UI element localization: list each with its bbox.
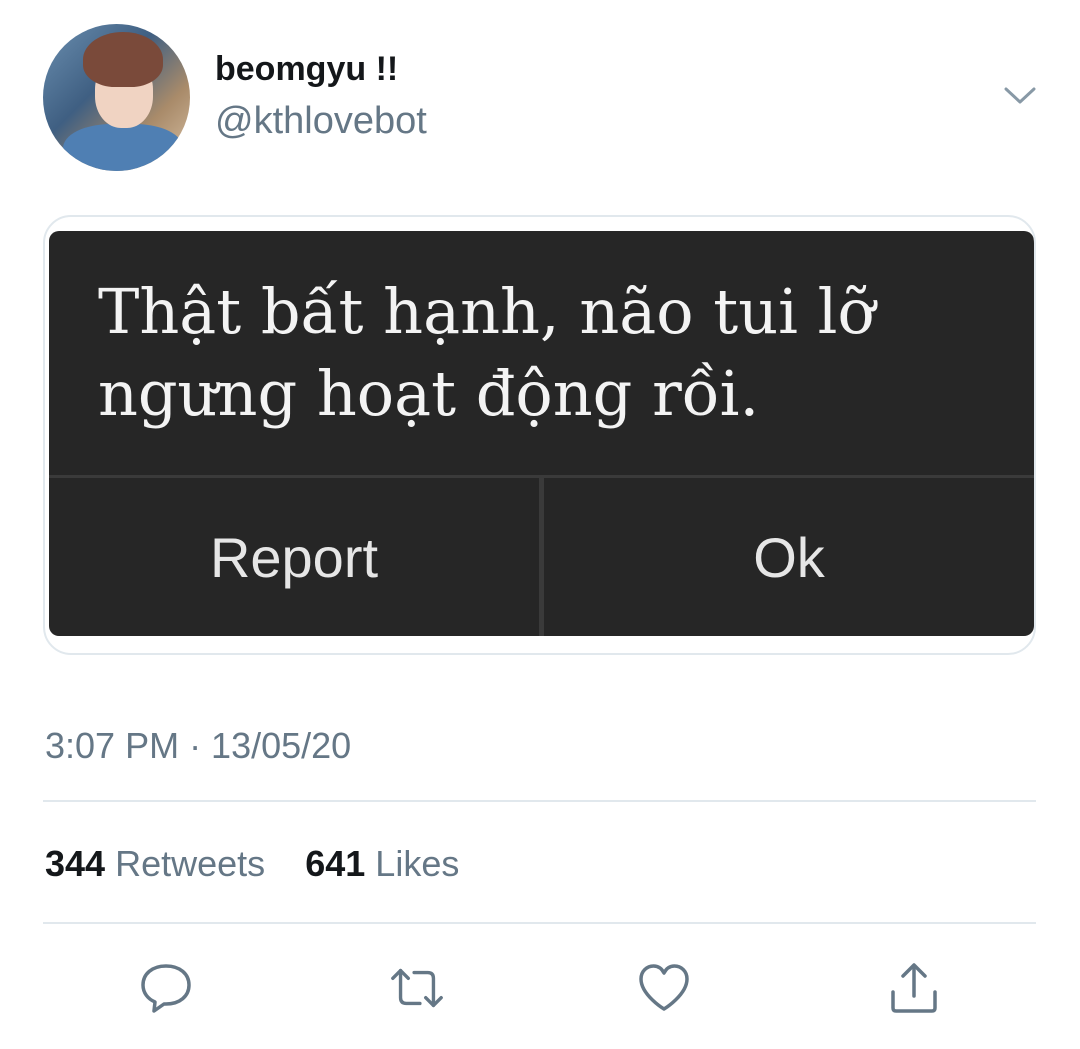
retweet-button[interactable] [387,960,447,1016]
tweet-timestamp[interactable]: 3:07 PM · 13/05/20 [45,725,351,767]
likes-count[interactable]: 641 [305,843,365,884]
retweet-icon [391,968,443,1008]
avatar[interactable] [43,24,190,171]
media-card[interactable]: Thật bất hạnh, não tui lỡ ngưng hoạt độn… [43,215,1036,655]
reply-icon [141,964,191,1013]
user-handle[interactable]: @kthlovebot [215,100,427,143]
retweets-count[interactable]: 344 [45,843,105,884]
like-button[interactable] [634,960,694,1016]
like-icon [639,964,689,1011]
avatar-shirt [63,124,183,171]
dialog-image: Thật bất hạnh, não tui lỡ ngưng hoạt độn… [49,231,1034,636]
divider [43,922,1036,924]
retweets-label[interactable]: Retweets [115,843,265,884]
more-options-button[interactable] [1000,80,1040,110]
avatar-hair [83,32,163,87]
report-button: Report [209,525,379,589]
display-name[interactable]: beomgyu !! [215,50,398,89]
chevron-down-icon [1004,87,1036,104]
reply-button[interactable] [136,960,196,1016]
dialog-message: Thật bất hạnh, não tui lỡ ngưng hoạt độn… [98,275,875,431]
engagement-stats: 344 Retweets 641 Likes [45,843,459,885]
ok-button: Ok [753,525,825,589]
share-button[interactable] [884,960,944,1016]
tweet: beomgyu !! @kthlovebot Thật bất hạnh, nã… [0,0,1080,1049]
share-icon [891,963,937,1013]
divider [43,800,1036,802]
likes-label[interactable]: Likes [375,843,459,884]
